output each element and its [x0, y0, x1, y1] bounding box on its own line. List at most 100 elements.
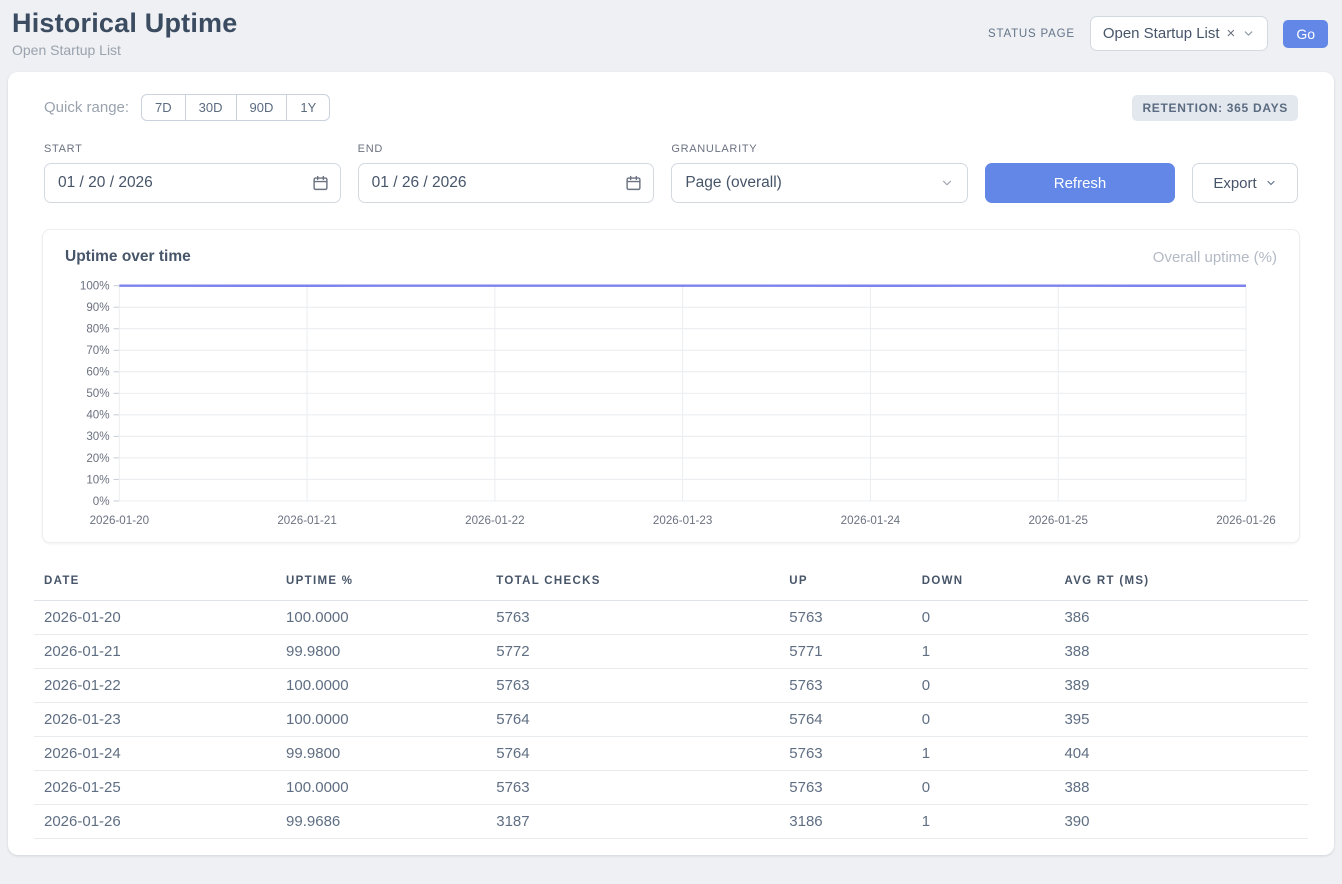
granularity-field: GRANULARITY Page (overall): [671, 143, 968, 203]
table-cell: 388: [1054, 770, 1308, 804]
table-cell: 1: [912, 804, 1055, 838]
quick-range-30d[interactable]: 30D: [185, 94, 237, 121]
table-cell: 1: [912, 736, 1055, 770]
quick-range-1y[interactable]: 1Y: [286, 94, 330, 121]
table-cell: 5764: [486, 736, 779, 770]
table-cell: 5771: [779, 634, 911, 668]
status-page-label: STATUS PAGE: [988, 28, 1075, 40]
chevron-down-icon: [940, 176, 954, 190]
table-cell: 395: [1054, 702, 1308, 736]
page-subtitle: Open Startup List: [12, 42, 237, 58]
table-cell: 5763: [486, 770, 779, 804]
table-cell: 2026-01-26: [34, 804, 276, 838]
table-cell: 100.0000: [276, 668, 486, 702]
table-cell: 99.9800: [276, 634, 486, 668]
column-header: UP: [779, 567, 911, 601]
export-label: Export: [1213, 175, 1256, 192]
table-cell: 1: [912, 634, 1055, 668]
chevron-down-icon: [1265, 177, 1277, 189]
column-header: TOTAL CHECKS: [486, 567, 779, 601]
chart-card: Uptime over time Overall uptime (%) 0% 10…: [42, 229, 1300, 543]
table-header-row: DATEUPTIME %TOTAL CHECKSUPDOWNAVG RT (MS…: [34, 567, 1308, 601]
table-cell: 100.0000: [276, 600, 486, 634]
table-cell: 99.9800: [276, 736, 486, 770]
svg-text:2026-01-24: 2026-01-24: [841, 514, 901, 527]
table-cell: 5764: [486, 702, 779, 736]
page-title: Historical Uptime: [12, 8, 237, 39]
filters-row: START END GRANULARITY Page (overall): [44, 143, 1298, 203]
table-row: 2026-01-23100.0000576457640395: [34, 702, 1308, 736]
end-date-input[interactable]: [358, 163, 655, 203]
table-cell: 5763: [486, 600, 779, 634]
svg-text:50%: 50%: [86, 387, 109, 400]
table-cell: 404: [1054, 736, 1308, 770]
table-cell: 2026-01-20: [34, 600, 276, 634]
calendar-icon[interactable]: [312, 175, 329, 192]
column-header: AVG RT (MS): [1054, 567, 1308, 601]
svg-text:0%: 0%: [93, 495, 110, 508]
svg-text:90%: 90%: [86, 301, 109, 314]
table-cell: 5763: [779, 770, 911, 804]
svg-text:80%: 80%: [86, 323, 109, 336]
table-cell: 0: [912, 770, 1055, 804]
svg-text:70%: 70%: [86, 344, 109, 357]
svg-text:100%: 100%: [80, 280, 110, 293]
svg-text:30%: 30%: [86, 430, 109, 443]
end-date-field: END: [358, 143, 655, 203]
clear-icon[interactable]: ×: [1227, 26, 1236, 41]
table-cell: 388: [1054, 634, 1308, 668]
svg-text:2026-01-20: 2026-01-20: [90, 514, 150, 527]
uptime-table: DATEUPTIME %TOTAL CHECKSUPDOWNAVG RT (MS…: [34, 567, 1308, 839]
start-date-field: START: [44, 143, 341, 203]
main-card: Quick range: 7D30D90D1Y RETENTION: 365 D…: [8, 72, 1334, 855]
start-date-input[interactable]: [44, 163, 341, 203]
table-cell: 0: [912, 668, 1055, 702]
quick-range-90d[interactable]: 90D: [236, 94, 288, 121]
column-header: DOWN: [912, 567, 1055, 601]
table-body: 2026-01-20100.00005763576303862026-01-21…: [34, 600, 1308, 838]
table-cell: 5772: [486, 634, 779, 668]
go-button[interactable]: Go: [1283, 20, 1328, 48]
table-cell: 5763: [486, 668, 779, 702]
svg-text:2026-01-23: 2026-01-23: [653, 514, 712, 527]
quick-range-label: Quick range:: [44, 99, 129, 116]
start-label: START: [44, 143, 341, 155]
svg-text:2026-01-25: 2026-01-25: [1028, 514, 1087, 527]
table-cell: 3186: [779, 804, 911, 838]
header-controls: STATUS PAGE Open Startup List × Go: [988, 16, 1328, 51]
table-row: 2026-01-22100.0000576357630389: [34, 668, 1308, 702]
retention-badge: RETENTION: 365 DAYS: [1132, 95, 1298, 121]
refresh-button[interactable]: Refresh: [985, 163, 1175, 203]
calendar-icon[interactable]: [625, 175, 642, 192]
chart-title: Uptime over time: [65, 248, 191, 266]
chart-legend-label: Overall uptime (%): [1153, 249, 1277, 266]
svg-text:2026-01-22: 2026-01-22: [465, 514, 524, 527]
svg-text:60%: 60%: [86, 366, 109, 379]
table-cell: 0: [912, 702, 1055, 736]
title-block: Historical Uptime Open Startup List: [12, 8, 237, 58]
table-cell: 5763: [779, 668, 911, 702]
status-page-select[interactable]: Open Startup List ×: [1090, 16, 1269, 51]
table-cell: 5763: [779, 736, 911, 770]
svg-text:20%: 20%: [86, 452, 109, 465]
column-header: UPTIME %: [276, 567, 486, 601]
table-cell: 2026-01-25: [34, 770, 276, 804]
table-row: 2026-01-2699.9686318731861390: [34, 804, 1308, 838]
table-cell: 2026-01-21: [34, 634, 276, 668]
quick-range-group: 7D30D90D1Y: [141, 94, 330, 121]
chevron-down-icon: [1242, 27, 1255, 40]
svg-text:40%: 40%: [86, 409, 109, 422]
table-cell: 5763: [779, 600, 911, 634]
granularity-label: GRANULARITY: [671, 143, 968, 155]
table-cell: 2026-01-24: [34, 736, 276, 770]
table-cell: 386: [1054, 600, 1308, 634]
table-row: 2026-01-25100.0000576357630388: [34, 770, 1308, 804]
export-button[interactable]: Export: [1192, 163, 1298, 203]
quick-range-7d[interactable]: 7D: [141, 94, 186, 121]
svg-text:10%: 10%: [86, 473, 109, 486]
quick-range-row: Quick range: 7D30D90D1Y RETENTION: 365 D…: [44, 94, 1298, 121]
table-cell: 0: [912, 600, 1055, 634]
table-cell: 5764: [779, 702, 911, 736]
table-row: 2026-01-2499.9800576457631404: [34, 736, 1308, 770]
granularity-select[interactable]: Page (overall): [671, 163, 968, 203]
